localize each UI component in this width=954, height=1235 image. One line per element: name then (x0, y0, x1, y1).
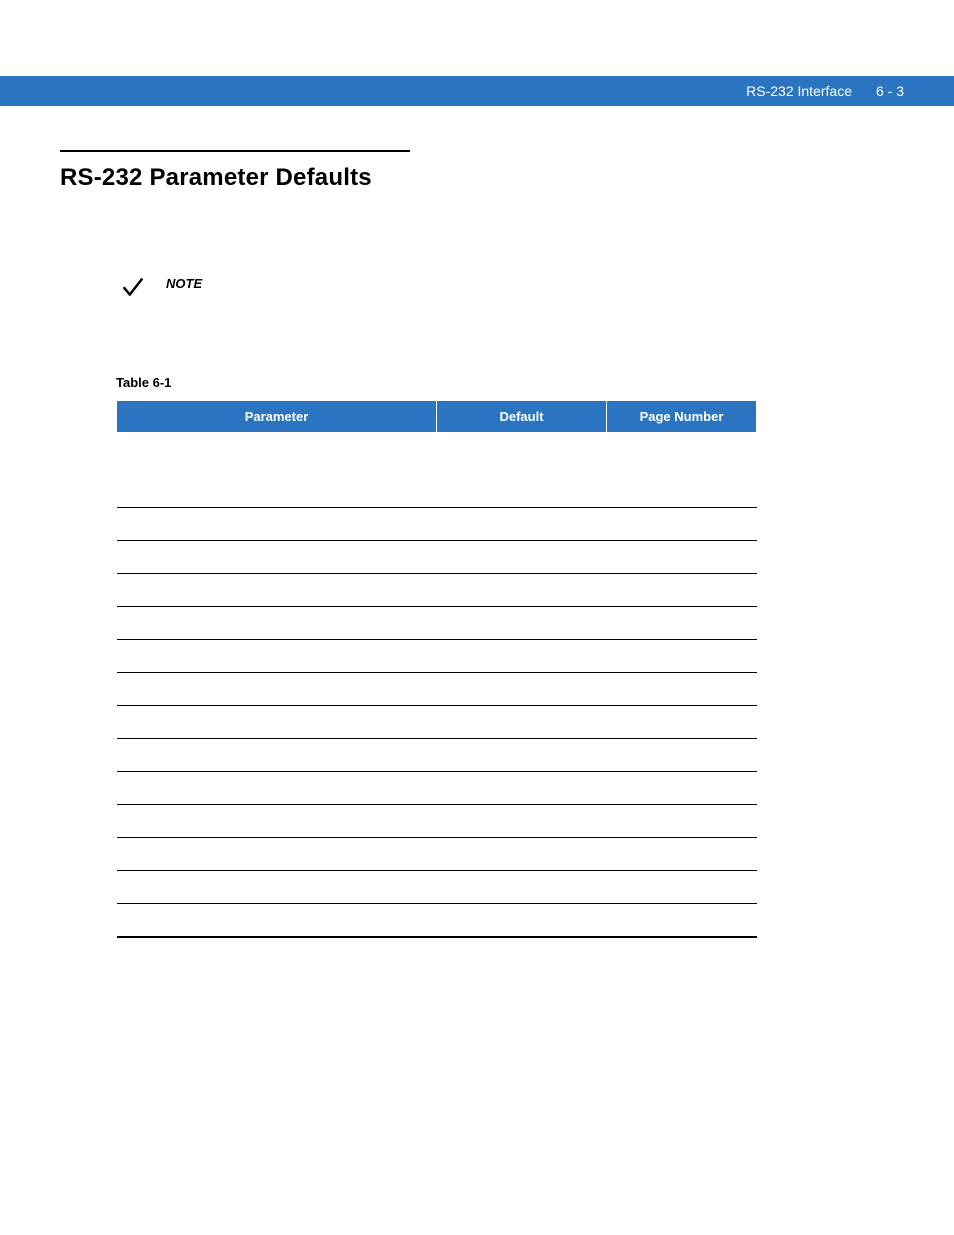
table-row (117, 574, 757, 607)
cell-page (607, 607, 757, 640)
cell-parameter (117, 574, 437, 607)
cell-parameter (117, 838, 437, 871)
table-row (117, 805, 757, 838)
cell-page (607, 904, 757, 937)
cell-page (607, 739, 757, 772)
page-header-bar: RS-232 Interface 6 - 3 (0, 76, 954, 106)
cell-parameter (117, 739, 437, 772)
table-row (117, 475, 757, 508)
table-row (117, 607, 757, 640)
cell-default (437, 508, 607, 541)
table-row (117, 706, 757, 739)
cell-parameter (117, 541, 437, 574)
cell-page (607, 805, 757, 838)
cell-default (437, 574, 607, 607)
table-row (117, 739, 757, 772)
cell-page (607, 541, 757, 574)
cell-page (607, 574, 757, 607)
cell-page (607, 673, 757, 706)
cell-page (607, 640, 757, 673)
table-row (117, 838, 757, 871)
table-row (117, 772, 757, 805)
cell-page (607, 433, 757, 475)
cell-default (437, 433, 607, 475)
cell-default (437, 673, 607, 706)
section-title: RS-232 Parameter Defaults (60, 164, 894, 192)
cell-page (607, 508, 757, 541)
table-row (117, 433, 757, 475)
cell-parameter (117, 640, 437, 673)
cell-default (437, 805, 607, 838)
table-header-row: Parameter Default Page Number (117, 401, 757, 433)
table-row (117, 541, 757, 574)
cell-parameter (117, 772, 437, 805)
checkmark-icon (120, 274, 146, 305)
col-header-default: Default (437, 401, 607, 433)
cell-default (437, 541, 607, 574)
cell-parameter (117, 508, 437, 541)
cell-default (437, 871, 607, 904)
cell-default (437, 838, 607, 871)
cell-parameter (117, 475, 437, 508)
parameter-defaults-table: Parameter Default Page Number (116, 400, 757, 938)
cell-default (437, 739, 607, 772)
cell-parameter (117, 904, 437, 937)
chapter-title: RS-232 Interface (746, 83, 852, 99)
table-row (117, 673, 757, 706)
cell-parameter (117, 805, 437, 838)
cell-default (437, 706, 607, 739)
cell-page (607, 871, 757, 904)
cell-parameter (117, 673, 437, 706)
cell-default (437, 640, 607, 673)
cell-default (437, 904, 607, 937)
cell-page (607, 706, 757, 739)
table-caption: Table 6-1 (116, 375, 894, 390)
table-row (117, 871, 757, 904)
cell-page (607, 772, 757, 805)
col-header-page-number: Page Number (607, 401, 757, 433)
section-divider (60, 150, 410, 152)
cell-parameter (117, 706, 437, 739)
col-header-parameter: Parameter (117, 401, 437, 433)
note-block: NOTE (120, 274, 894, 305)
cell-page (607, 838, 757, 871)
cell-default (437, 607, 607, 640)
table-body (117, 433, 757, 937)
cell-parameter (117, 433, 437, 475)
table-row (117, 904, 757, 937)
cell-default (437, 772, 607, 805)
note-label: NOTE (166, 276, 202, 291)
cell-parameter (117, 871, 437, 904)
page-content: RS-232 Parameter Defaults NOTE Table 6-1… (60, 150, 894, 938)
table-row (117, 508, 757, 541)
table-row (117, 640, 757, 673)
page-number: 6 - 3 (876, 83, 904, 99)
cell-page (607, 475, 757, 508)
cell-default (437, 475, 607, 508)
cell-parameter (117, 607, 437, 640)
